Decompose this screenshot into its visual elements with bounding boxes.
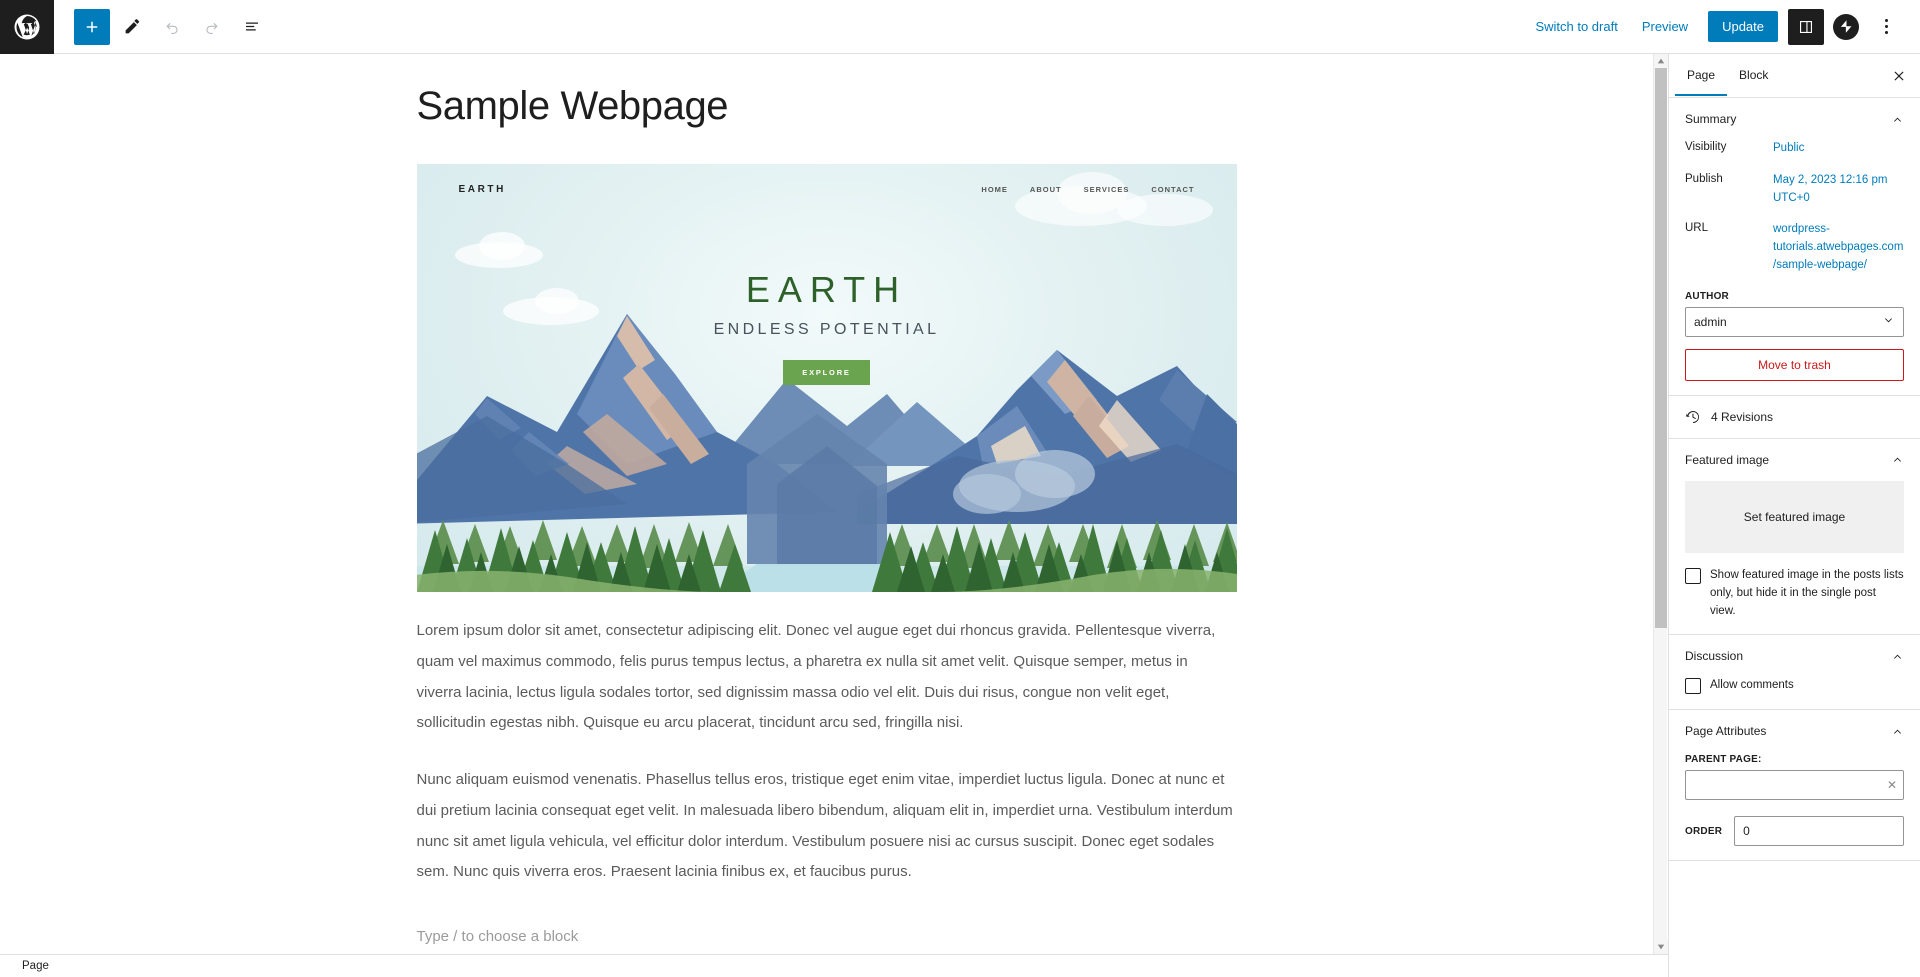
chevron-up-icon[interactable] <box>1890 649 1904 663</box>
url-value[interactable]: wordpress-tutorials.atwebpages.com/sampl… <box>1773 221 1904 274</box>
discussion-section: Discussion Allow comments <box>1669 635 1920 711</box>
switch-to-draft-button[interactable]: Switch to draft <box>1525 13 1627 40</box>
show-featured-image-label: Show featured image in the posts lists o… <box>1710 568 1904 617</box>
empty-block-placeholder[interactable]: Type / to choose a block <box>417 922 1237 952</box>
page-attributes-header[interactable]: Page Attributes <box>1685 724 1904 738</box>
close-icon <box>1894 70 1904 81</box>
hero-center-content: EARTH ENDLESS POTENTIAL EXPLORE <box>417 272 1237 385</box>
revisions-label: 4 Revisions <box>1711 409 1774 424</box>
author-select[interactable]: admin <box>1685 306 1904 337</box>
author-select-value: admin <box>1694 314 1727 329</box>
visibility-row: Visibility Public <box>1685 140 1904 158</box>
visibility-value[interactable]: Public <box>1773 140 1904 158</box>
hero-nav-item-about: ABOUT <box>1029 184 1062 194</box>
set-featured-image-button[interactable]: Set featured image <box>1685 480 1904 553</box>
post-content-wrapper: Sample Webpage EARTH HOME ABOUT SERVICES… <box>416 54 1237 952</box>
summary-section: Summary Visibility Public Publish May 2,… <box>1669 98 1920 396</box>
featured-image-title: Featured image <box>1685 452 1770 467</box>
sidebar-tabs: Page Block <box>1669 54 1920 98</box>
update-button[interactable]: Update <box>1708 11 1778 42</box>
chevron-down-icon <box>1882 314 1895 330</box>
breadcrumb[interactable]: Page <box>22 960 49 972</box>
tab-block[interactable]: Block <box>1727 55 1780 96</box>
jetpack-avatar-icon[interactable] <box>1828 9 1864 45</box>
order-label: ORDER <box>1685 825 1723 837</box>
featured-image-section: Featured image Set featured image Show f… <box>1669 439 1920 636</box>
hero-brand-label: EARTH <box>458 183 506 195</box>
add-block-button[interactable] <box>74 8 110 45</box>
url-row: URL wordpress-tutorials.atwebpages.com/s… <box>1685 221 1904 274</box>
hero-image-block[interactable]: EARTH HOME ABOUT SERVICES CONTACT EARTH … <box>416 164 1237 592</box>
scroll-down-arrow-icon[interactable] <box>1654 940 1668 954</box>
chevron-up-icon[interactable] <box>1890 112 1904 126</box>
show-featured-image-checkbox[interactable] <box>1685 567 1701 584</box>
featured-image-header[interactable]: Featured image <box>1685 453 1904 467</box>
kebab-menu-icon <box>1884 19 1888 34</box>
publish-label: Publish <box>1685 172 1723 185</box>
settings-sidebar: Page Block Summary Visibility Public Pub… <box>1668 54 1920 977</box>
chevron-up-icon[interactable] <box>1890 453 1904 467</box>
parent-page-input[interactable] <box>1685 770 1904 801</box>
page-attributes-title: Page Attributes <box>1685 724 1767 739</box>
publish-row: Publish May 2, 2023 12:16 pm UTC+0 <box>1685 172 1904 208</box>
featured-image-visibility-row: Show featured image in the posts lists o… <box>1685 567 1904 620</box>
hero-nav-item-home: HOME <box>981 184 1008 194</box>
hero-explore-button: EXPLORE <box>783 360 870 385</box>
order-input[interactable] <box>1734 816 1904 847</box>
close-sidebar-button[interactable] <box>1884 61 1914 91</box>
hero-headline: EARTH <box>745 269 908 310</box>
editor-top-bar: Switch to draft Preview Update <box>0 0 1920 54</box>
chevron-up-icon[interactable] <box>1890 724 1904 738</box>
undo-button[interactable] <box>154 9 190 45</box>
summary-section-header[interactable]: Summary <box>1685 112 1904 126</box>
revisions-row[interactable]: 4 Revisions <box>1669 396 1920 439</box>
more-options-button[interactable] <box>1868 9 1904 45</box>
scrollbar-thumb[interactable] <box>1655 68 1667 628</box>
parent-page-label: PARENT PAGE: <box>1685 754 1762 766</box>
edit-tools-button[interactable] <box>114 9 150 45</box>
body-paragraph[interactable]: Lorem ipsum dolor sit amet, consectetur … <box>417 616 1237 739</box>
canvas-scrollbar[interactable] <box>1653 54 1668 954</box>
hero-nav-menu: HOME ABOUT SERVICES CONTACT <box>981 185 1194 194</box>
move-to-trash-button[interactable]: Move to trash <box>1685 348 1904 381</box>
scroll-up-arrow-icon[interactable] <box>1654 54 1668 68</box>
discussion-title: Discussion <box>1685 649 1744 664</box>
avatar <box>1833 13 1859 40</box>
editor-canvas[interactable]: Sample Webpage EARTH HOME ABOUT SERVICES… <box>0 54 1653 954</box>
url-label: URL <box>1685 222 1709 235</box>
parent-page-field-wrap: ✕ <box>1685 770 1904 801</box>
redo-button[interactable] <box>194 9 230 45</box>
order-row: ORDER <box>1685 816 1904 847</box>
body-paragraph[interactable]: Nunc aliquam euismod venenatis. Phasellu… <box>417 765 1237 888</box>
details-button[interactable] <box>234 9 270 45</box>
clear-x-icon[interactable]: ✕ <box>1887 779 1897 791</box>
status-bar: Page <box>0 954 1668 977</box>
tab-page[interactable]: Page <box>1675 55 1728 96</box>
allow-comments-checkbox[interactable] <box>1685 678 1701 695</box>
summary-title: Summary <box>1685 112 1737 126</box>
visibility-label: Visibility <box>1685 141 1727 153</box>
allow-comments-row: Allow comments <box>1685 677 1904 695</box>
hero-subheadline: ENDLESS POTENTIAL <box>713 321 940 338</box>
author-label: AUTHOR <box>1685 290 1729 302</box>
editor-body: Sample Webpage EARTH HOME ABOUT SERVICES… <box>0 54 1920 977</box>
top-bar-right-tools: Switch to draft Preview Update <box>1525 8 1904 45</box>
page-attributes-section: Page Attributes PARENT PAGE: ✕ ORDER <box>1669 710 1920 862</box>
hero-navbar: EARTH HOME ABOUT SERVICES CONTACT <box>417 164 1237 214</box>
wordpress-logo-icon[interactable] <box>0 0 54 54</box>
hero-nav-item-services: SERVICES <box>1083 184 1130 194</box>
settings-sidebar-toggle[interactable] <box>1788 8 1824 45</box>
clock-revision-icon <box>1686 410 1700 423</box>
allow-comments-label: Allow comments <box>1710 679 1794 692</box>
hero-nav-item-contact: CONTACT <box>1151 184 1195 194</box>
publish-value[interactable]: May 2, 2023 12:16 pm UTC+0 <box>1773 172 1904 208</box>
discussion-header[interactable]: Discussion <box>1685 649 1904 663</box>
preview-button[interactable]: Preview <box>1632 13 1698 40</box>
page-title[interactable]: Sample Webpage <box>417 82 1237 130</box>
top-bar-left-tools <box>74 8 270 45</box>
